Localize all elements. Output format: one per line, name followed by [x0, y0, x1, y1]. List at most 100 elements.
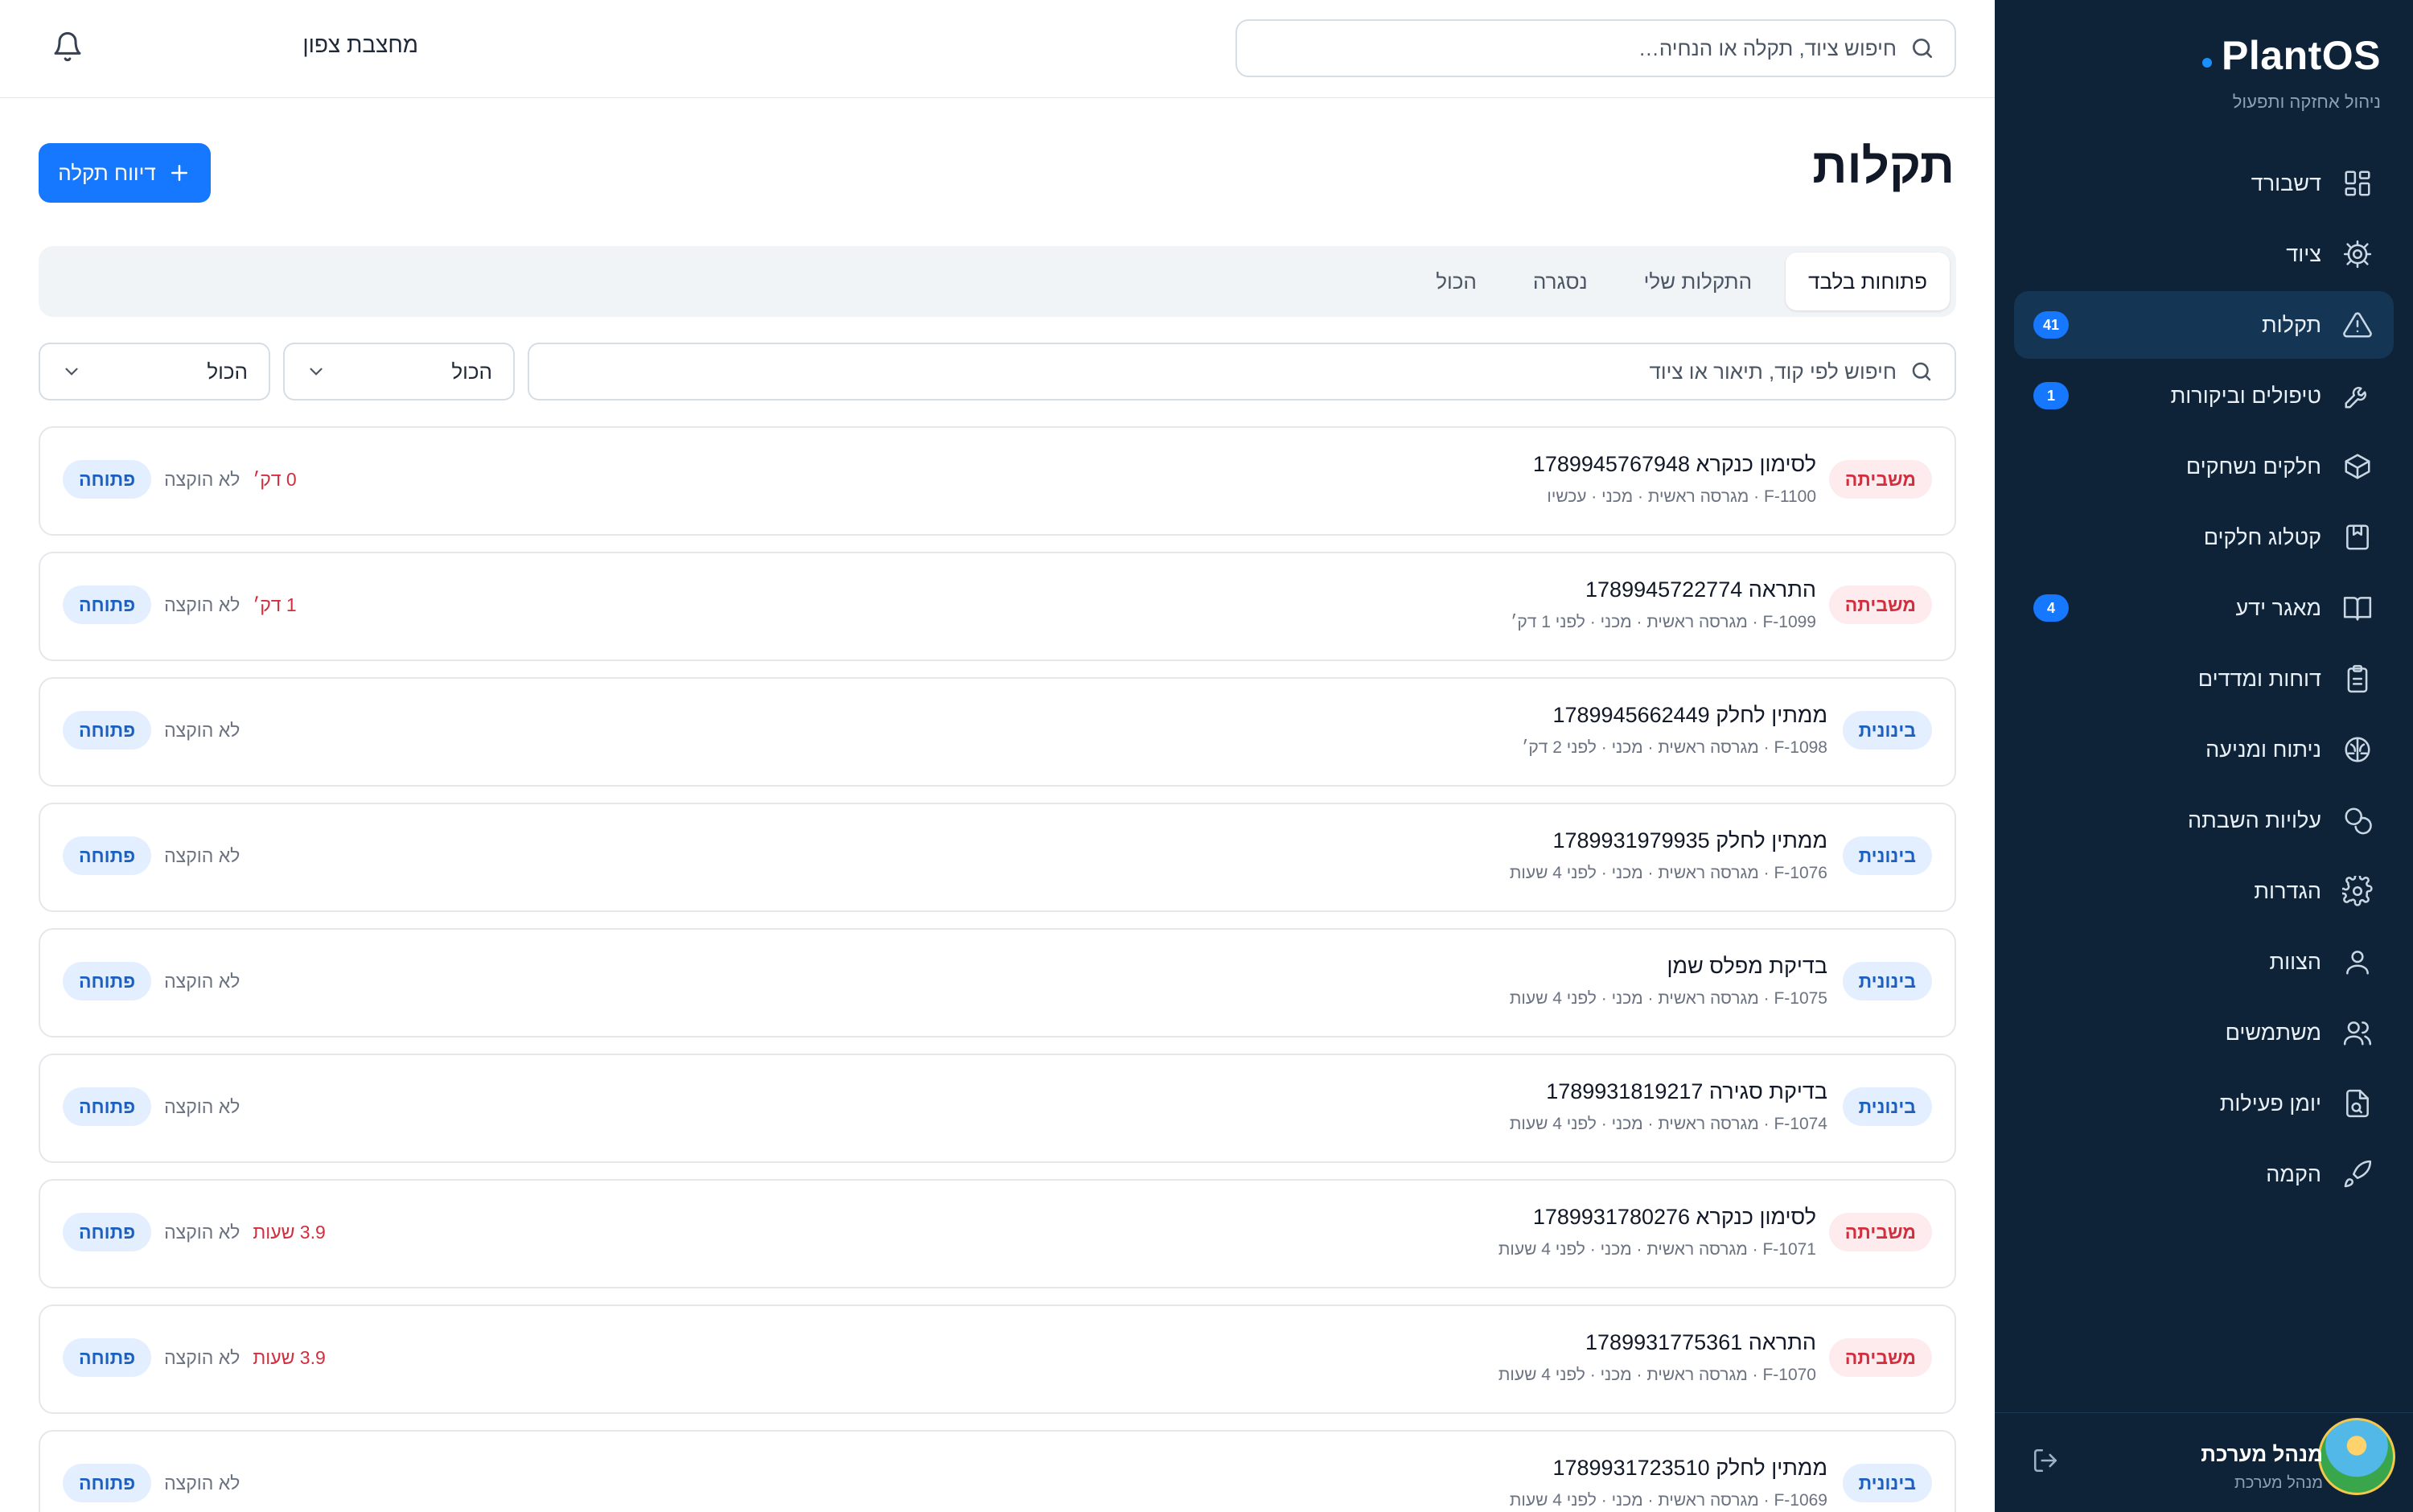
avatar[interactable] — [2318, 1418, 2395, 1495]
severity-select[interactable]: הכול — [283, 343, 515, 401]
global-search[interactable] — [1235, 19, 1956, 77]
sidebar-item-label: ציוד — [2286, 241, 2321, 266]
fault-meta: F-1074 · מגרסה ראשית · מכני · לפני 4 שעו… — [1509, 1115, 1827, 1133]
chevron-down-icon — [310, 368, 323, 376]
sidebar-item-label: עלויות השבתה — [2188, 807, 2321, 832]
dashboard-icon — [2342, 168, 2373, 199]
sidebar-item-label: קטלוג חלקים — [2203, 524, 2321, 549]
sidebar-item-label: יומן פעילות — [2219, 1091, 2321, 1116]
brand-subtitle: ניהול אחזקה ותפעול — [2232, 92, 2381, 112]
fault-row[interactable]: בינונית ממתין לחלק 1789931979935 F-1076 · … — [39, 803, 1956, 912]
sidebar-item-rocket[interactable]: הקמה — [2014, 1140, 2394, 1208]
rocket-icon — [2342, 1159, 2373, 1189]
sidebar-item-clipboard[interactable]: דוחות ומדדים — [2014, 645, 2394, 713]
elapsed-time: 0 דק׳ — [253, 468, 297, 490]
user-role: מנהל מערכת — [2234, 1474, 2323, 1492]
global-search-input[interactable] — [1285, 35, 1897, 61]
fault-title: ממתין לחלק 1789945662449 — [1552, 703, 1827, 727]
gear-icon — [2342, 239, 2373, 269]
severity-badge: בינונית — [1842, 1087, 1932, 1126]
report-fault-button[interactable]: דיווח תקלה — [39, 143, 211, 203]
sidebar-item-brain[interactable]: ניתוח ומניעה — [2014, 716, 2394, 783]
fault-row[interactable]: משביתה התראה 1789931775361 F-1070 · מגרסה … — [39, 1305, 1956, 1414]
sidebar-item-coins[interactable]: עלויות השבתה — [2014, 787, 2394, 854]
fault-title: לסימון כנקרא 1789931780276 — [1532, 1205, 1816, 1229]
plus-icon — [171, 165, 187, 181]
assignee: לא הוקצה — [164, 1095, 240, 1117]
sidebar-item-book[interactable]: מאגר ידע 4 — [2014, 574, 2394, 642]
brand-logo[interactable]: PlantOS — [2202, 32, 2381, 79]
user-name: מנהל מערכת — [2201, 1442, 2323, 1466]
sidebar-item-label: הצוות — [2269, 949, 2321, 974]
fault-row[interactable]: בינונית ממתין לחלק 1789945662449 F-1098 · … — [39, 677, 1956, 787]
severity-badge: משביתה — [1828, 585, 1932, 624]
sidebar-item-label: הקמה — [2266, 1161, 2321, 1186]
fault-meta: F-1071 · מגרסה ראשית · מכני · לפני 4 שעו… — [1498, 1240, 1816, 1259]
warning-icon — [2342, 310, 2373, 340]
sidebar-item-catalog[interactable]: קטלוג חלקים — [2014, 503, 2394, 571]
assignee: לא הוקצה — [164, 468, 240, 490]
sidebar-item-wrench[interactable]: טיפולים וביקורות 1 — [2014, 362, 2394, 429]
sidebar-item-label: דוחות ומדדים — [2197, 666, 2321, 691]
settings-icon — [2340, 873, 2373, 906]
sidebar-item-label: הגדרות — [2254, 878, 2321, 903]
tab-0[interactable]: פתוחות בלבד — [1786, 253, 1950, 310]
elapsed-time: 3.9 שעות — [253, 1221, 326, 1243]
catalog-icon — [2342, 522, 2373, 553]
fault-title: בדיקת מפלס שמן — [1667, 954, 1827, 978]
fault-row[interactable]: בינונית בדיקת מפלס שמן F-1075 · מגרסה ראשי… — [39, 928, 1956, 1037]
count-badge: 41 — [2033, 311, 2069, 339]
sidebar: PlantOS ניהול אחזקה ותפעול דשבורד ציוד תקל… — [1995, 0, 2413, 1512]
filters-bar: הכול הכול — [39, 343, 1956, 401]
fault-status-group: לא הוקצה פתוחה — [63, 1464, 240, 1502]
logout-icon[interactable] — [2032, 1447, 2059, 1474]
fault-search-input[interactable] — [1285, 359, 1897, 384]
fault-status-group: 3.9 שעות לא הוקצה פתוחה — [63, 1338, 326, 1377]
fault-row[interactable]: בינונית בדיקת סגירה 1789931819217 F-1074 ·… — [39, 1054, 1956, 1163]
sidebar-item-label: טיפולים וביקורות — [2170, 383, 2321, 408]
assignee: לא הוקצה — [164, 719, 240, 741]
tab-3[interactable]: הכול — [1413, 253, 1499, 310]
severity-badge: בינונית — [1842, 1464, 1932, 1502]
sidebar-item-label: דשבורד — [2251, 171, 2321, 195]
fault-row[interactable]: משביתה לסימון כנקרא 1789931780276 F-1071 ·… — [39, 1179, 1956, 1288]
fault-row[interactable]: משביתה התראה 1789945722774 F-1099 · מגרסה … — [39, 552, 1956, 661]
tab-2[interactable]: נסגרה — [1511, 253, 1610, 310]
count-badge: 1 — [2033, 382, 2069, 409]
status-badge: פתוחה — [63, 1338, 152, 1377]
site-selector[interactable]: מחצבת צפון — [302, 32, 418, 58]
status-badge: פתוחה — [63, 585, 152, 624]
users-icon — [2342, 1017, 2373, 1048]
sidebar-item-box[interactable]: חלקים נשחקים — [2014, 433, 2394, 500]
sidebar-nav: דשבורד ציוד תקלות 41 טיפולים וביקורות 1 חלקים … — [2014, 150, 2394, 1211]
count-badge: 4 — [2033, 594, 2069, 622]
fault-meta: F-1100 · מגרסה ראשית · מכני · עכשיו — [1547, 487, 1816, 506]
status-select[interactable]: הכול — [39, 343, 270, 401]
sidebar-item-warning[interactable]: תקלות 41 — [2014, 291, 2394, 359]
brain-icon — [2342, 734, 2373, 765]
fault-status-group: לא הוקצה פתוחה — [63, 962, 240, 1000]
sidebar-item-settings[interactable]: הגדרות — [2014, 857, 2394, 925]
sidebar-item-label: מאגר ידע — [2235, 595, 2321, 620]
fault-meta: F-1099 · מגרסה ראשית · מכני · לפני 1 דק׳ — [1511, 613, 1816, 631]
log-icon — [2342, 1088, 2373, 1119]
sidebar-item-log[interactable]: יומן פעילות — [2014, 1070, 2394, 1137]
status-badge: פתוחה — [63, 1213, 152, 1251]
fault-row[interactable]: בינונית ממתין לחלק 1789931723510 F-1069 · … — [39, 1430, 1956, 1512]
sidebar-item-users[interactable]: משתמשים — [2014, 999, 2394, 1066]
sidebar-item-user[interactable]: הצוות — [2014, 928, 2394, 996]
status-badge: פתוחה — [63, 836, 152, 875]
sidebar-item-dashboard[interactable]: דשבורד — [2014, 150, 2394, 217]
fault-row[interactable]: משביתה לסימון כנקרא 1789945767948 F-1100 ·… — [39, 426, 1956, 536]
fault-meta: F-1070 · מגרסה ראשית · מכני · לפני 4 שעו… — [1498, 1366, 1816, 1384]
elapsed-time: 3.9 שעות — [253, 1346, 326, 1368]
severity-badge: בינונית — [1842, 962, 1932, 1000]
fault-status-group: לא הוקצה פתוחה — [63, 836, 240, 875]
fault-search[interactable] — [528, 343, 1956, 401]
assignee: לא הוקצה — [164, 1472, 240, 1494]
sidebar-item-gear[interactable]: ציוד — [2014, 220, 2394, 288]
tab-1[interactable]: התקלות שלי — [1622, 253, 1774, 310]
sidebar-item-label: חלקים נשחקים — [2185, 454, 2321, 479]
fault-title: ממתין לחלק 1789931723510 — [1552, 1456, 1827, 1480]
bell-icon[interactable] — [51, 31, 84, 63]
